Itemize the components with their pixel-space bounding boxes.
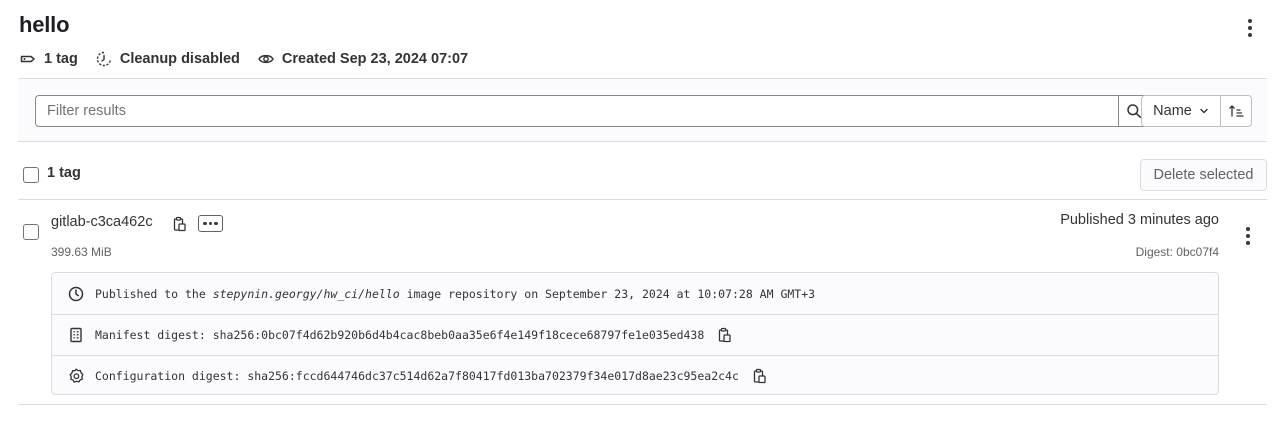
tag-count-meta: 1 tag: [19, 50, 78, 68]
search-box: [35, 95, 1150, 127]
manifest-digest-text: Manifest digest: sha256:0bc07f4d62b920b6…: [95, 328, 705, 342]
published-detail-prefix: Published to the: [95, 286, 213, 301]
page-title: hello: [19, 12, 70, 37]
repository-path: stepynin.georgy/hw_ci/hello: [212, 286, 400, 301]
cleanup-text: Cleanup disabled: [119, 51, 240, 67]
published-detail-row: Published to the stepynin.georgy/hw_ci/h…: [52, 273, 1218, 314]
search-icon: [1126, 103, 1142, 119]
repository-meta: 1 tag Cleanup disabled Created Sep 23, 2…: [19, 48, 485, 70]
tag-size: 399.63 MiB: [51, 245, 112, 259]
delete-selected-button[interactable]: Delete selected: [1140, 159, 1267, 191]
copy-to-clipboard-icon: [751, 368, 767, 384]
select-all-checkbox[interactable]: [23, 167, 39, 183]
sort-controls: Name: [1141, 95, 1252, 127]
tag-published-time: Published 3 minutes ago: [1060, 212, 1219, 228]
list-divider: [18, 404, 1267, 405]
tag-count-text: 1 tag: [44, 51, 78, 67]
copy-manifest-digest-button[interactable]: [715, 326, 733, 344]
tag-details-panel: Published to the stepynin.georgy/hw_ci/h…: [51, 272, 1219, 395]
manifest-digest-row: Manifest digest: sha256:0bc07f4d62b920b6…: [52, 314, 1218, 355]
copy-to-clipboard-icon: [171, 216, 187, 232]
settings-icon: [67, 367, 85, 385]
chevron-down-icon: [1199, 106, 1209, 116]
kebab-menu-icon[interactable]: [1238, 226, 1258, 246]
sort-ascending-icon: [1228, 103, 1244, 119]
label-icon: [19, 50, 37, 68]
eye-icon: [257, 50, 275, 68]
tag-name: gitlab-c3ca462c: [51, 214, 153, 230]
sort-direction-button[interactable]: [1221, 95, 1252, 127]
copy-to-clipboard-icon: [716, 327, 732, 343]
kebab-menu-icon[interactable]: [1240, 16, 1260, 40]
filter-input[interactable]: [36, 96, 1102, 126]
created-meta: Created Sep 23, 2024 07:07: [257, 50, 468, 68]
tag-list-count: 1 tag: [47, 165, 81, 181]
copy-tag-button[interactable]: [170, 215, 188, 233]
copy-configuration-digest-button[interactable]: [750, 367, 768, 385]
published-detail-suffix: image repository on September 23, 2024 a…: [399, 286, 816, 301]
document-icon: [67, 326, 85, 344]
clock-icon: [67, 285, 85, 303]
tag-list-header: 1 tag Delete selected: [18, 150, 1267, 200]
cleanup-meta: Cleanup disabled: [95, 50, 240, 68]
tag-digest-short: Digest: 0bc07f4: [1135, 245, 1219, 259]
ellipsis-icon[interactable]: [198, 215, 223, 232]
filter-bar: Name: [18, 78, 1267, 142]
sort-by-label: Name: [1153, 103, 1192, 119]
clock-alert-icon: [95, 50, 113, 68]
sort-by-dropdown[interactable]: Name: [1141, 95, 1221, 127]
created-text: Created Sep 23, 2024 07:07: [281, 51, 469, 67]
configuration-digest-row: Configuration digest: sha256:fccd644746d…: [52, 355, 1218, 396]
configuration-digest-text: Configuration digest: sha256:fccd644746d…: [95, 369, 739, 383]
tag-row-checkbox[interactable]: [23, 224, 39, 240]
